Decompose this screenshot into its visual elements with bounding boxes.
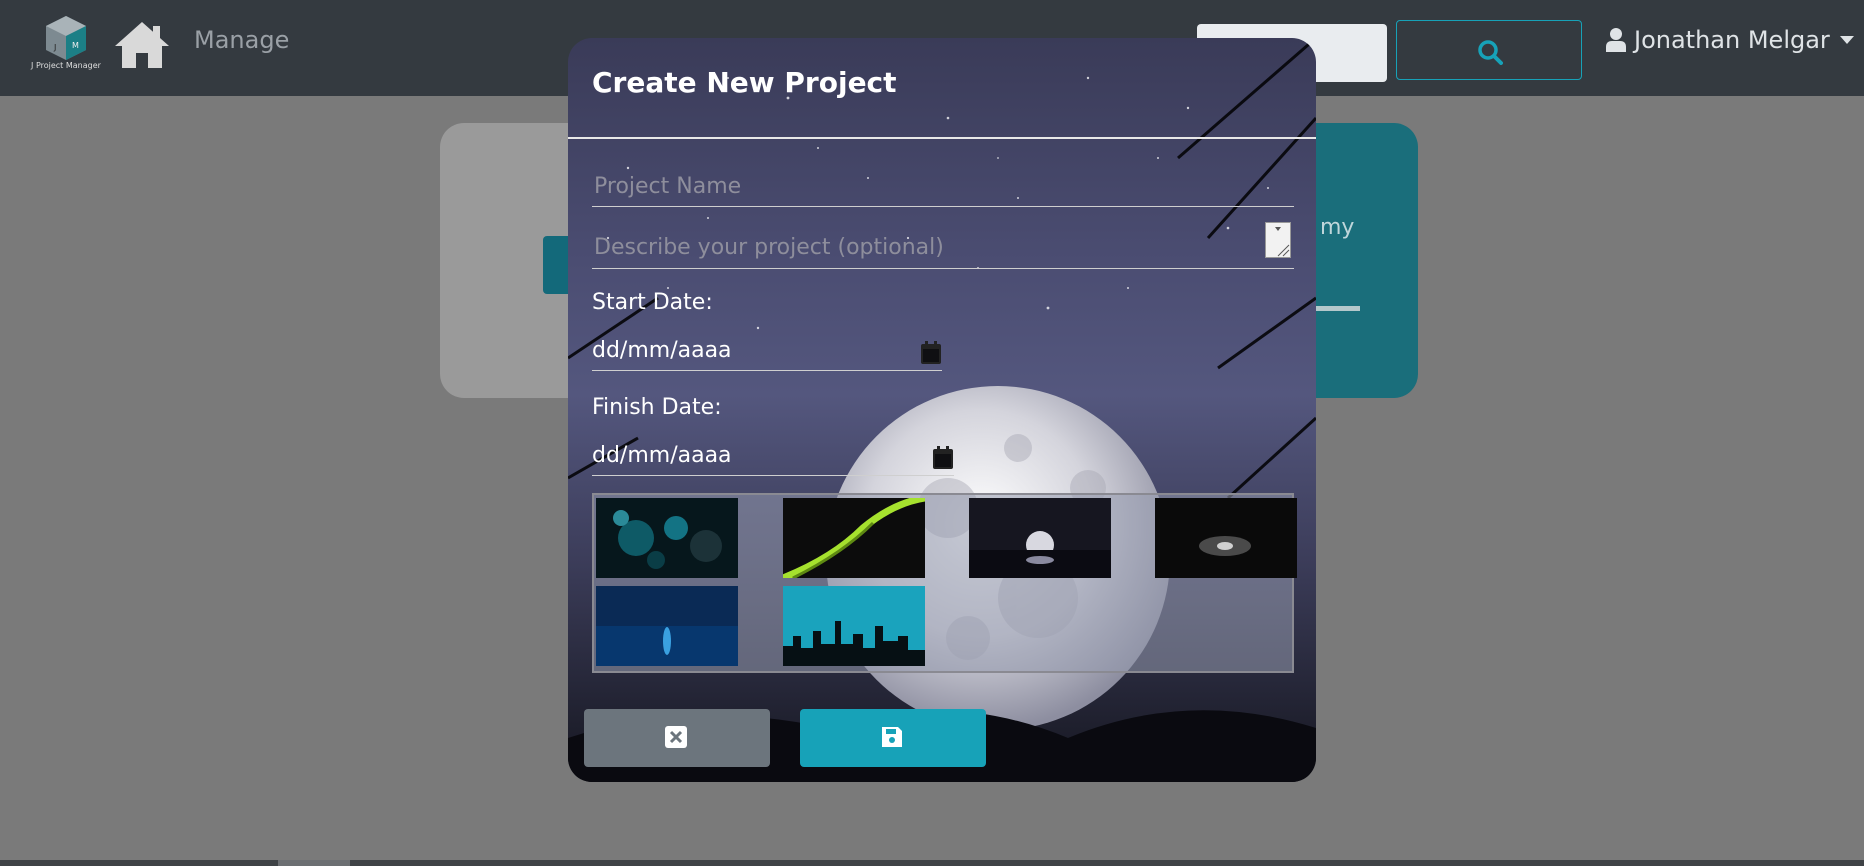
background-option-dark-light-glow[interactable]	[1155, 498, 1297, 578]
background-option-moon-over-lake[interactable]	[969, 498, 1111, 578]
background-card-right: my	[1300, 123, 1418, 398]
start-date-input[interactable]: dd/mm/aaaa	[592, 332, 942, 371]
background-option-green-aurora-streak[interactable]	[783, 498, 925, 578]
project-description-textarea[interactable]	[592, 228, 1294, 269]
background-card-button-fragment	[543, 236, 569, 294]
search-button[interactable]	[1396, 20, 1582, 80]
background-option-city-skyline-cyan[interactable]	[783, 586, 925, 666]
create-project-modal: Create New Project Start Date: dd/mm/aaa…	[568, 38, 1316, 782]
user-menu-dropdown[interactable]: Jonathan Melgar	[1606, 26, 1854, 54]
modal-title: Create New Project	[592, 66, 897, 99]
calendar-icon[interactable]	[932, 446, 954, 470]
chevron-down-icon	[1839, 36, 1854, 44]
app-logo[interactable]: J M J Project Manager	[28, 14, 104, 74]
finish-date-label: Finish Date:	[592, 395, 722, 420]
scrollbar-thumb[interactable]	[278, 860, 350, 866]
background-image-gallery	[592, 493, 1297, 673]
modal-title-divider	[568, 137, 1316, 139]
calendar-icon[interactable]	[920, 341, 942, 365]
horizontal-scrollbar[interactable]	[0, 860, 1864, 866]
textarea-resize-handle[interactable]	[1265, 222, 1291, 258]
nav-manage-link[interactable]: Manage	[194, 26, 289, 54]
project-name-input[interactable]	[592, 166, 1294, 207]
background-option-space-asteroids[interactable]	[596, 498, 738, 578]
finish-date-value: dd/mm/aaaa	[592, 443, 732, 468]
user-name: Jonathan Melgar	[1634, 26, 1830, 54]
start-date-value: dd/mm/aaaa	[592, 338, 732, 363]
finish-date-input[interactable]: dd/mm/aaaa	[592, 437, 954, 476]
logo-letter-m: M	[72, 41, 79, 50]
save-icon	[882, 727, 902, 747]
home-icon[interactable]	[113, 20, 171, 70]
logo-text: J Project Manager	[31, 61, 101, 70]
save-button[interactable]	[800, 709, 986, 767]
background-option-blue-night-sea[interactable]	[596, 586, 738, 666]
close-icon	[665, 726, 687, 748]
user-icon	[1606, 28, 1626, 52]
start-date-label: Start Date:	[592, 290, 713, 315]
background-card-text: my	[1320, 215, 1355, 240]
search-icon	[1478, 40, 1503, 65]
cancel-button[interactable]	[584, 709, 770, 767]
logo-letter-j: J	[53, 43, 56, 52]
